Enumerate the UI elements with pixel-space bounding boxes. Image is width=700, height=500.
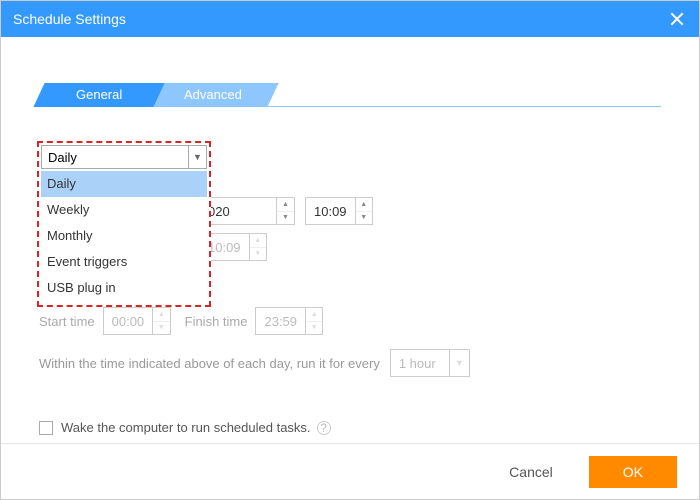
date-time-row: 020 ▲▼ 10:09 ▲▼ <box>199 197 373 225</box>
wake-label: Wake the computer to run scheduled tasks… <box>61 420 311 435</box>
schedule-type-value: Daily <box>42 150 188 165</box>
footer: Cancel OK <box>1 443 699 499</box>
schedule-type-combo[interactable]: Daily ▼ <box>41 145 207 169</box>
client-area: General Advanced Daily ▼ Daily Weekly Mo… <box>1 37 699 143</box>
option-event-triggers[interactable]: Event triggers <box>41 249 207 275</box>
spinner-down-icon[interactable]: ▼ <box>356 212 372 225</box>
interval-combo: 1 hour ▼ <box>390 349 470 377</box>
titlebar: Schedule Settings <box>1 1 699 37</box>
finish-time-spinner: ▲▼ <box>305 308 322 334</box>
start-time-label: Start time <box>39 314 95 329</box>
date-field[interactable]: 020 ▲▼ <box>199 197 295 225</box>
schedule-type-list: Daily Weekly Monthly Event triggers USB … <box>41 171 207 301</box>
spinner-down-icon: ▼ <box>250 248 266 261</box>
option-usb-plug-in[interactable]: USB plug in <box>41 275 207 301</box>
cancel-button[interactable]: Cancel <box>493 456 569 488</box>
start-time-field: 00:00 ▲▼ <box>103 307 171 335</box>
start-time-value: 00:00 <box>104 314 153 329</box>
spinner-up-icon[interactable]: ▲ <box>277 198 294 212</box>
spinner-up-icon: ▲ <box>250 234 266 248</box>
spinner-down-icon[interactable]: ▼ <box>277 212 294 225</box>
wake-row: Wake the computer to run scheduled tasks… <box>39 420 331 435</box>
spinner-up-icon: ▲ <box>306 308 322 322</box>
spinner-up-icon: ▲ <box>153 308 169 322</box>
wake-checkbox[interactable] <box>39 421 53 435</box>
spinner-down-icon: ▼ <box>306 322 322 335</box>
chevron-down-icon: ▼ <box>449 350 469 376</box>
finish-time-field: 23:59 ▲▼ <box>255 307 323 335</box>
finish-time-label: Finish time <box>185 314 248 329</box>
interval-value: 1 hour <box>391 356 449 371</box>
time-spinner[interactable]: ▲▼ <box>355 198 372 224</box>
date-spinner[interactable]: ▲▼ <box>276 198 294 224</box>
form-area: Daily ▼ Daily Weekly Monthly Event trigg… <box>39 107 661 143</box>
date-value: 020 <box>200 204 276 219</box>
chevron-down-icon[interactable]: ▼ <box>188 146 206 168</box>
help-icon[interactable]: ? <box>317 421 331 435</box>
ok-button[interactable]: OK <box>589 456 677 488</box>
window-title: Schedule Settings <box>13 11 126 27</box>
finish-time-value: 23:59 <box>256 314 305 329</box>
close-icon[interactable] <box>667 9 687 29</box>
schedule-settings-window: Schedule Settings General Advanced Daily… <box>0 0 700 500</box>
option-weekly[interactable]: Weekly <box>41 197 207 223</box>
tab-advanced[interactable]: Advanced <box>147 83 278 107</box>
time-value: 10:09 <box>306 204 355 219</box>
schedule-type-dropdown-highlight: Daily ▼ Daily Weekly Monthly Event trigg… <box>37 141 211 307</box>
spinner-down-icon: ▼ <box>153 322 169 335</box>
spinner-up-icon[interactable]: ▲ <box>356 198 372 212</box>
start-time-spinner: ▲▼ <box>152 308 169 334</box>
interval-text: Within the time indicated above of each … <box>39 356 380 371</box>
time-field[interactable]: 10:09 ▲▼ <box>305 197 373 225</box>
time-spinner-disabled: ▲▼ <box>249 234 266 260</box>
tabs: General Advanced <box>39 77 661 107</box>
option-monthly[interactable]: Monthly <box>41 223 207 249</box>
interval-row: Within the time indicated above of each … <box>39 349 470 377</box>
start-finish-row: Start time 00:00 ▲▼ Finish time 23:59 ▲▼ <box>39 307 337 335</box>
tab-general[interactable]: General <box>33 83 164 107</box>
option-daily[interactable]: Daily <box>41 171 207 197</box>
